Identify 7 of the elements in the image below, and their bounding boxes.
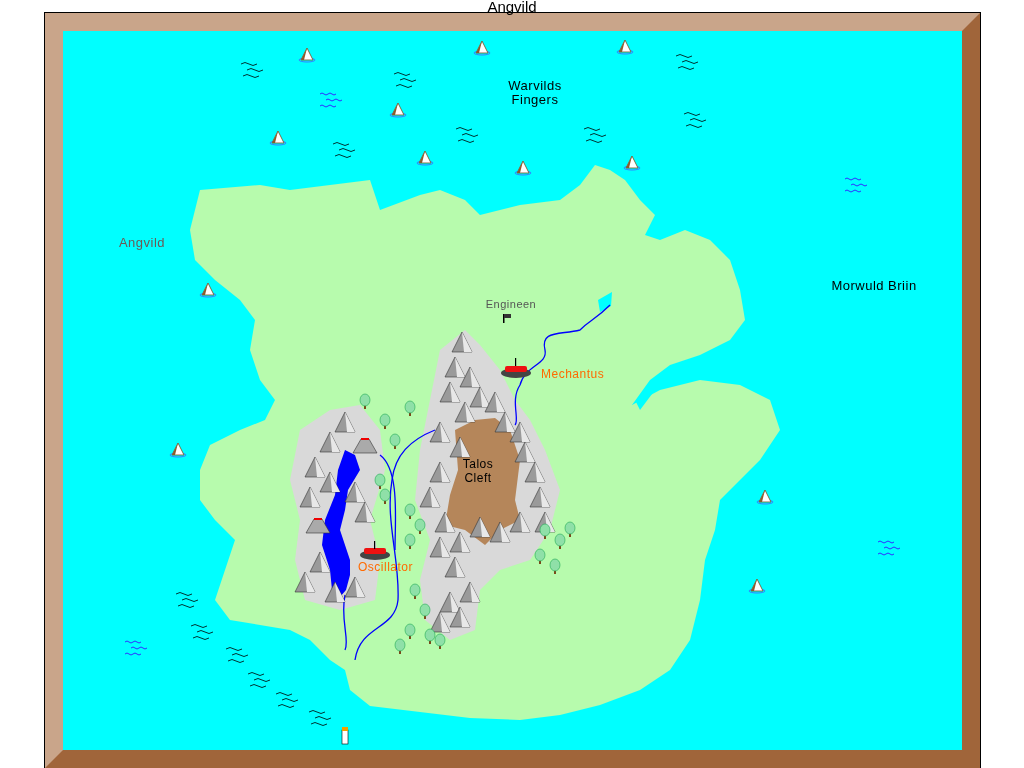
map-title: Angvild <box>486 0 538 13</box>
map-label: Mechantus <box>541 367 605 381</box>
map-label: Warvilds Fingers <box>508 78 562 107</box>
map-label: Angvild <box>118 235 166 250</box>
map-label: Engineen <box>485 298 537 310</box>
map-label: Morwuld Briin <box>831 278 917 293</box>
map-label: Talos Cleft <box>462 457 494 485</box>
